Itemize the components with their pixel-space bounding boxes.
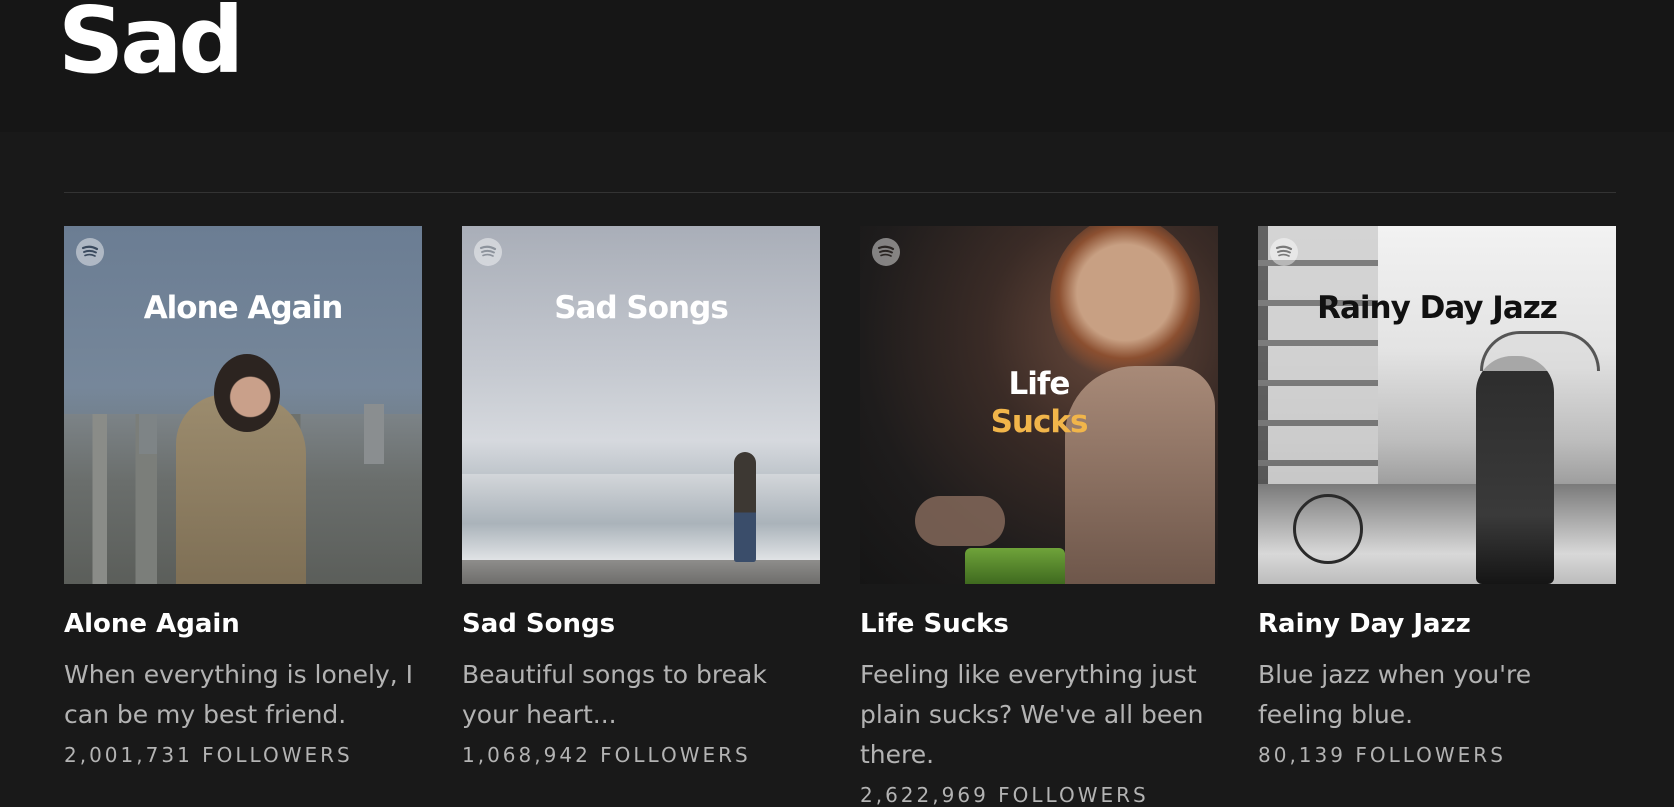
spotify-logo-icon xyxy=(474,238,502,266)
playlist-followers: 2,622,969 FOLLOWERS xyxy=(860,782,1149,807)
playlist-card-life-sucks[interactable]: Life Sucks Life Sucks Feeling like every… xyxy=(860,226,1218,807)
playlist-card-rainy-day-jazz[interactable]: Rainy Day Jazz Rainy Day Jazz Blue jazz … xyxy=(1258,226,1616,807)
playlist-description: Beautiful songs to break your heart... xyxy=(462,659,767,729)
spotify-logo-icon xyxy=(76,238,104,266)
playlist-cover-image[interactable]: Alone Again xyxy=(64,226,422,584)
playlist-cover-image[interactable]: Rainy Day Jazz xyxy=(1258,226,1616,584)
spotify-logo-icon xyxy=(1270,238,1298,266)
playlist-cover-image[interactable]: Sad Songs xyxy=(462,226,820,584)
page-title: Sad xyxy=(58,0,244,94)
playlist-title[interactable]: Rainy Day Jazz xyxy=(1258,608,1616,641)
playlist-description: Blue jazz when you're feeling blue. xyxy=(1258,659,1532,729)
cover-title-line1: Life xyxy=(1008,366,1071,402)
playlist-title[interactable]: Sad Songs xyxy=(462,608,820,641)
playlist-card-alone-again[interactable]: Alone Again Alone Again When everything … xyxy=(64,226,422,807)
playlist-description: Feeling like everything just plain sucks… xyxy=(860,659,1204,769)
cover-title-line2: Sucks xyxy=(990,404,1089,440)
cover-title: Alone Again xyxy=(143,290,344,326)
playlist-followers: 2,001,731 FOLLOWERS xyxy=(64,742,353,767)
cover-title: Rainy Day Jazz xyxy=(1317,290,1558,326)
playlist-grid: Alone Again Alone Again When everything … xyxy=(64,226,1616,807)
cover-title: Sad Songs xyxy=(554,290,729,326)
playlist-cover-image[interactable]: Life Sucks xyxy=(860,226,1218,584)
playlist-followers: 1,068,942 FOLLOWERS xyxy=(462,742,751,767)
playlist-followers: 80,139 FOLLOWERS xyxy=(1258,742,1506,767)
playlist-description: When everything is lonely, I can be my b… xyxy=(64,659,414,729)
section-divider xyxy=(64,192,1616,193)
playlist-card-sad-songs[interactable]: Sad Songs Sad Songs Beautiful songs to b… xyxy=(462,226,820,807)
spotify-logo-icon xyxy=(872,238,900,266)
page-header: Sad xyxy=(0,0,1674,132)
playlist-title[interactable]: Life Sucks xyxy=(860,608,1218,641)
playlist-title[interactable]: Alone Again xyxy=(64,608,422,641)
